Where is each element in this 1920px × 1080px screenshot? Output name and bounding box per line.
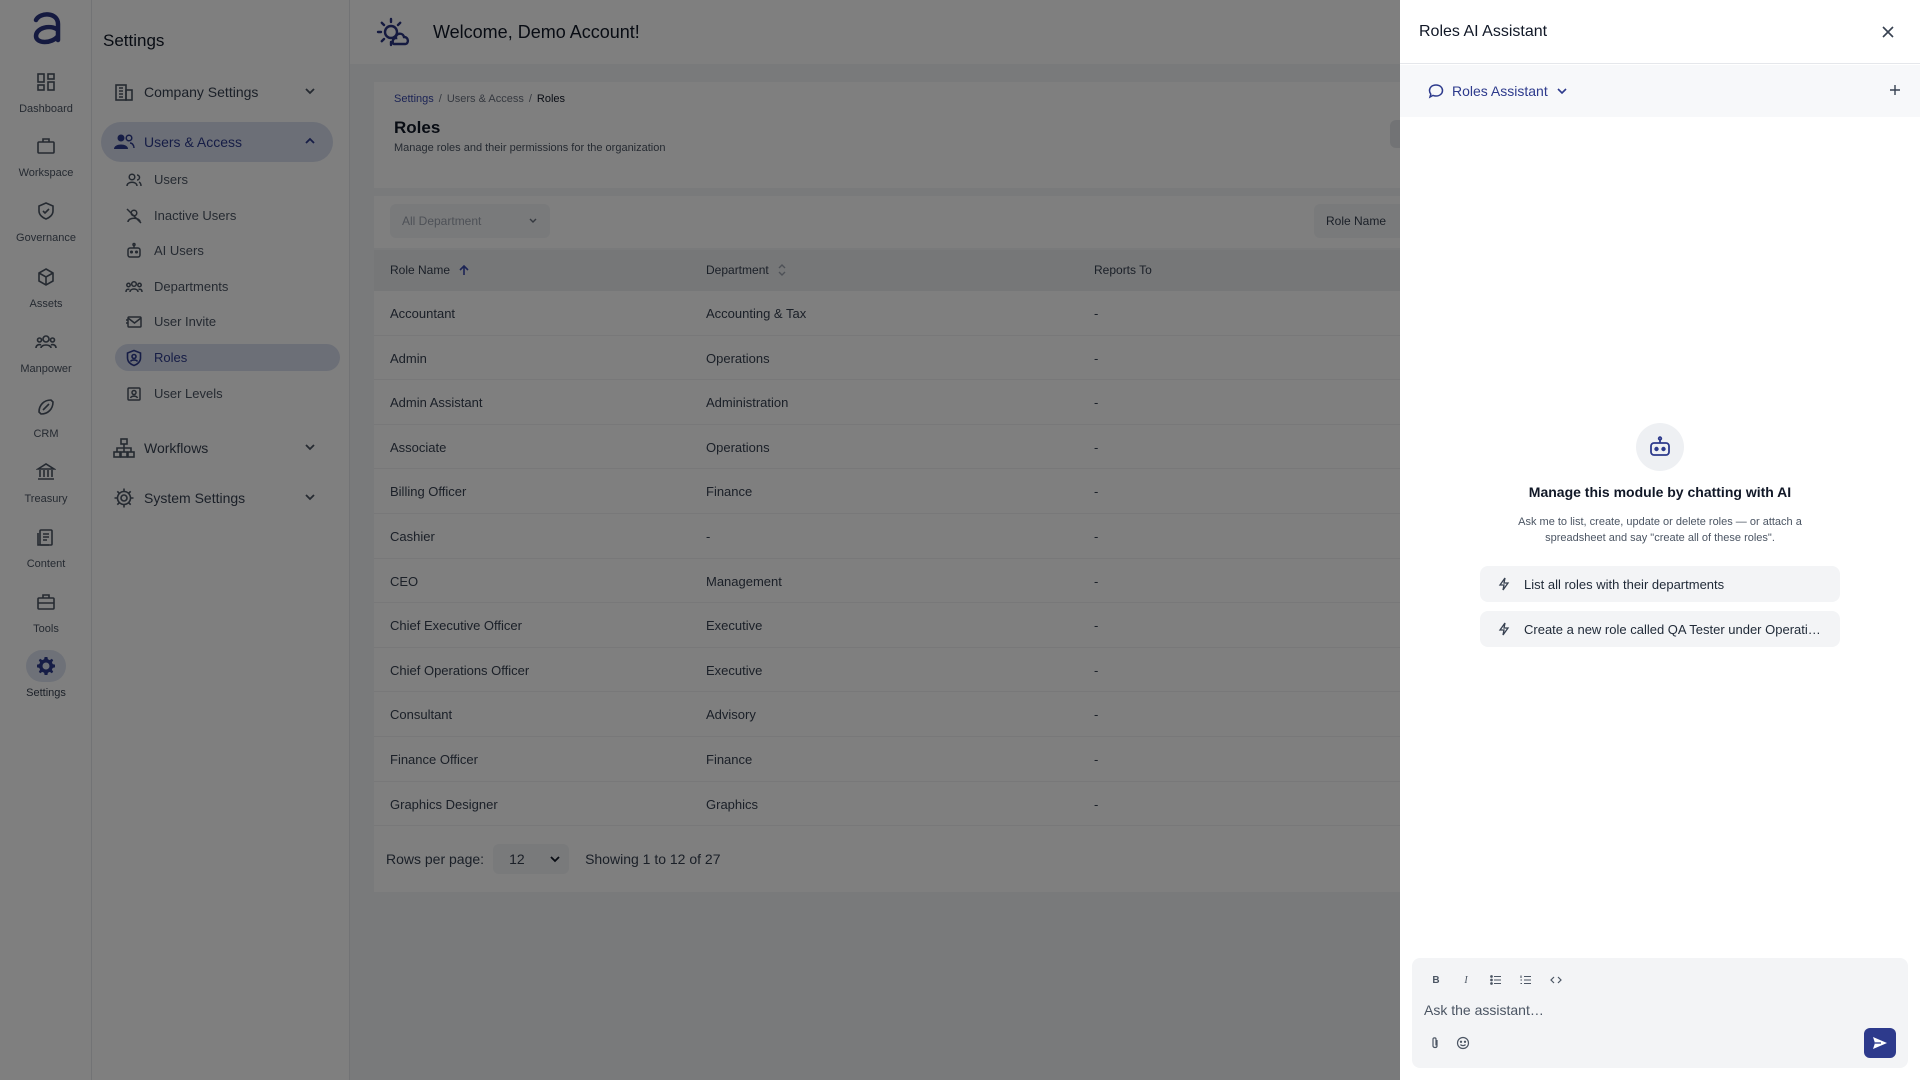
chat-bubble-icon — [1428, 83, 1444, 99]
numbered-list-icon — [1520, 975, 1531, 985]
chevron-down-icon — [1556, 86, 1568, 96]
send-icon — [1873, 1037, 1887, 1049]
formatting-toolbar: B I — [1426, 970, 1566, 990]
assistant-selector-label: Roles Assistant — [1452, 83, 1548, 99]
message-composer: B I — [1412, 958, 1908, 1068]
suggestion-chip[interactable]: List all roles with their departments — [1480, 566, 1840, 602]
lightning-icon — [1498, 622, 1510, 636]
bold-button[interactable]: B — [1426, 970, 1446, 990]
drawer-title: Roles AI Assistant — [1419, 23, 1548, 40]
robot-icon — [1636, 423, 1684, 471]
suggestion-text: Create a new role called QA Tester under… — [1524, 621, 1824, 637]
plus-icon — [1890, 85, 1900, 95]
bullet-list-button[interactable] — [1486, 970, 1506, 990]
ai-assistant-drawer: Roles AI Assistant Roles Assistant Manag… — [1400, 0, 1920, 1080]
new-chat-button[interactable] — [1888, 83, 1902, 97]
close-button[interactable] — [1878, 22, 1898, 42]
composer-footer — [1430, 1036, 1470, 1050]
emoji-button[interactable] — [1456, 1036, 1470, 1050]
emoji-icon — [1456, 1036, 1470, 1050]
code-button[interactable] — [1546, 970, 1566, 990]
lightning-icon — [1498, 577, 1510, 591]
bullet-list-icon — [1490, 975, 1501, 985]
numbered-list-button[interactable] — [1516, 970, 1536, 990]
suggestion-text: List all roles with their departments — [1524, 576, 1725, 592]
send-button[interactable] — [1864, 1028, 1896, 1058]
assistant-message-input[interactable] — [1424, 998, 1864, 1022]
italic-button[interactable]: I — [1456, 970, 1476, 990]
empty-state-description: Ask me to list, create, update or delete… — [1518, 516, 1802, 544]
modal-backdrop[interactable] — [0, 0, 1400, 1080]
drawer-header: Roles AI Assistant — [1400, 0, 1920, 64]
paperclip-icon — [1432, 1037, 1438, 1049]
close-icon — [1882, 26, 1894, 38]
empty-state-title: Manage this module by chatting with AI — [1528, 484, 1792, 500]
assistant-selector[interactable]: Roles Assistant — [1428, 83, 1568, 99]
attach-button[interactable] — [1430, 1036, 1440, 1050]
assistant-toolbar: Roles Assistant — [1400, 65, 1920, 117]
code-icon — [1550, 976, 1562, 984]
suggestion-chip[interactable]: Create a new role called QA Tester under… — [1480, 611, 1840, 647]
